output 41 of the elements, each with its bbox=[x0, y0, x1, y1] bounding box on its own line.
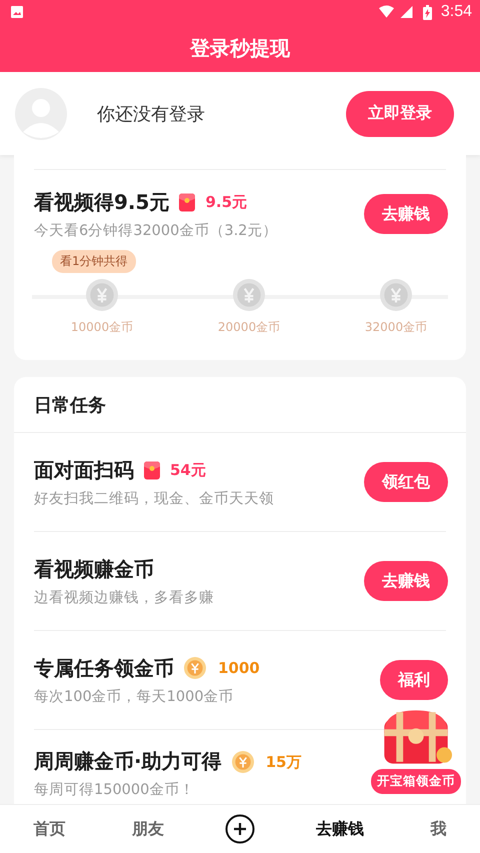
milestone-label: 20000金币 bbox=[218, 319, 280, 336]
nav-tab[interactable]: 首页 bbox=[27, 814, 72, 844]
add-button[interactable] bbox=[224, 814, 255, 844]
status-time: 3:54 bbox=[440, 3, 472, 21]
reward-amount: 54元 bbox=[169, 460, 207, 481]
signal-icon bbox=[398, 5, 414, 19]
nav-tab[interactable]: 去赚钱 bbox=[310, 814, 370, 844]
coin-icon bbox=[184, 657, 206, 679]
coin-icon bbox=[232, 750, 254, 772]
task-button[interactable]: 去赚钱 bbox=[364, 561, 448, 601]
task-description: 好友扫我二维码，现金、金币天天领 bbox=[34, 490, 274, 508]
nav-tab[interactable]: 我 bbox=[424, 814, 453, 844]
wifi-icon bbox=[378, 5, 394, 19]
login-prompt: 你还没有登录 bbox=[97, 102, 205, 126]
task-title: 看视频得9.5元 bbox=[34, 188, 170, 216]
task-title: 专属任务领金币 bbox=[34, 654, 174, 682]
reward-amount: 1000 bbox=[217, 658, 261, 679]
page-title: 登录秒提现 bbox=[190, 34, 290, 62]
tooltip-bubble: 看1分钟共得 bbox=[52, 250, 136, 273]
task-title: 看视频赚金币 bbox=[34, 556, 154, 582]
envelope-icon bbox=[179, 192, 196, 212]
task-description: 边看视频边赚钱，多看多赚 bbox=[34, 588, 214, 606]
task-title: 面对面扫码 bbox=[34, 456, 134, 484]
section-title: 日常任务 bbox=[33, 394, 107, 418]
task-button[interactable]: 福利 bbox=[380, 660, 448, 700]
reward-amount: 9.5元 bbox=[204, 192, 248, 213]
task-description: 每周可得150000金币！ bbox=[34, 780, 194, 799]
task-description: 每次100金币，每天1000金币 bbox=[34, 688, 234, 706]
task-description: 今天看6分钟得32000金币（3.2元） bbox=[34, 222, 278, 240]
envelope-icon bbox=[144, 460, 160, 480]
milestone-label: 32000金币 bbox=[364, 319, 428, 336]
milestone-label: 10000金币 bbox=[70, 319, 134, 336]
image-icon bbox=[10, 5, 24, 19]
treasure-button[interactable]: 开宝箱领金币 bbox=[369, 767, 463, 796]
earn-button[interactable]: 去赚钱 bbox=[364, 194, 448, 234]
reward-amount: 15万 bbox=[264, 752, 302, 772]
battery-icon bbox=[422, 4, 432, 20]
task-button[interactable]: 领红包 bbox=[364, 462, 448, 502]
task-title: 周周赚金币·助力可得 bbox=[34, 748, 222, 775]
login-button[interactable]: 立即登录 bbox=[346, 90, 454, 136]
nav-tab[interactable]: 朋友 bbox=[126, 814, 170, 844]
